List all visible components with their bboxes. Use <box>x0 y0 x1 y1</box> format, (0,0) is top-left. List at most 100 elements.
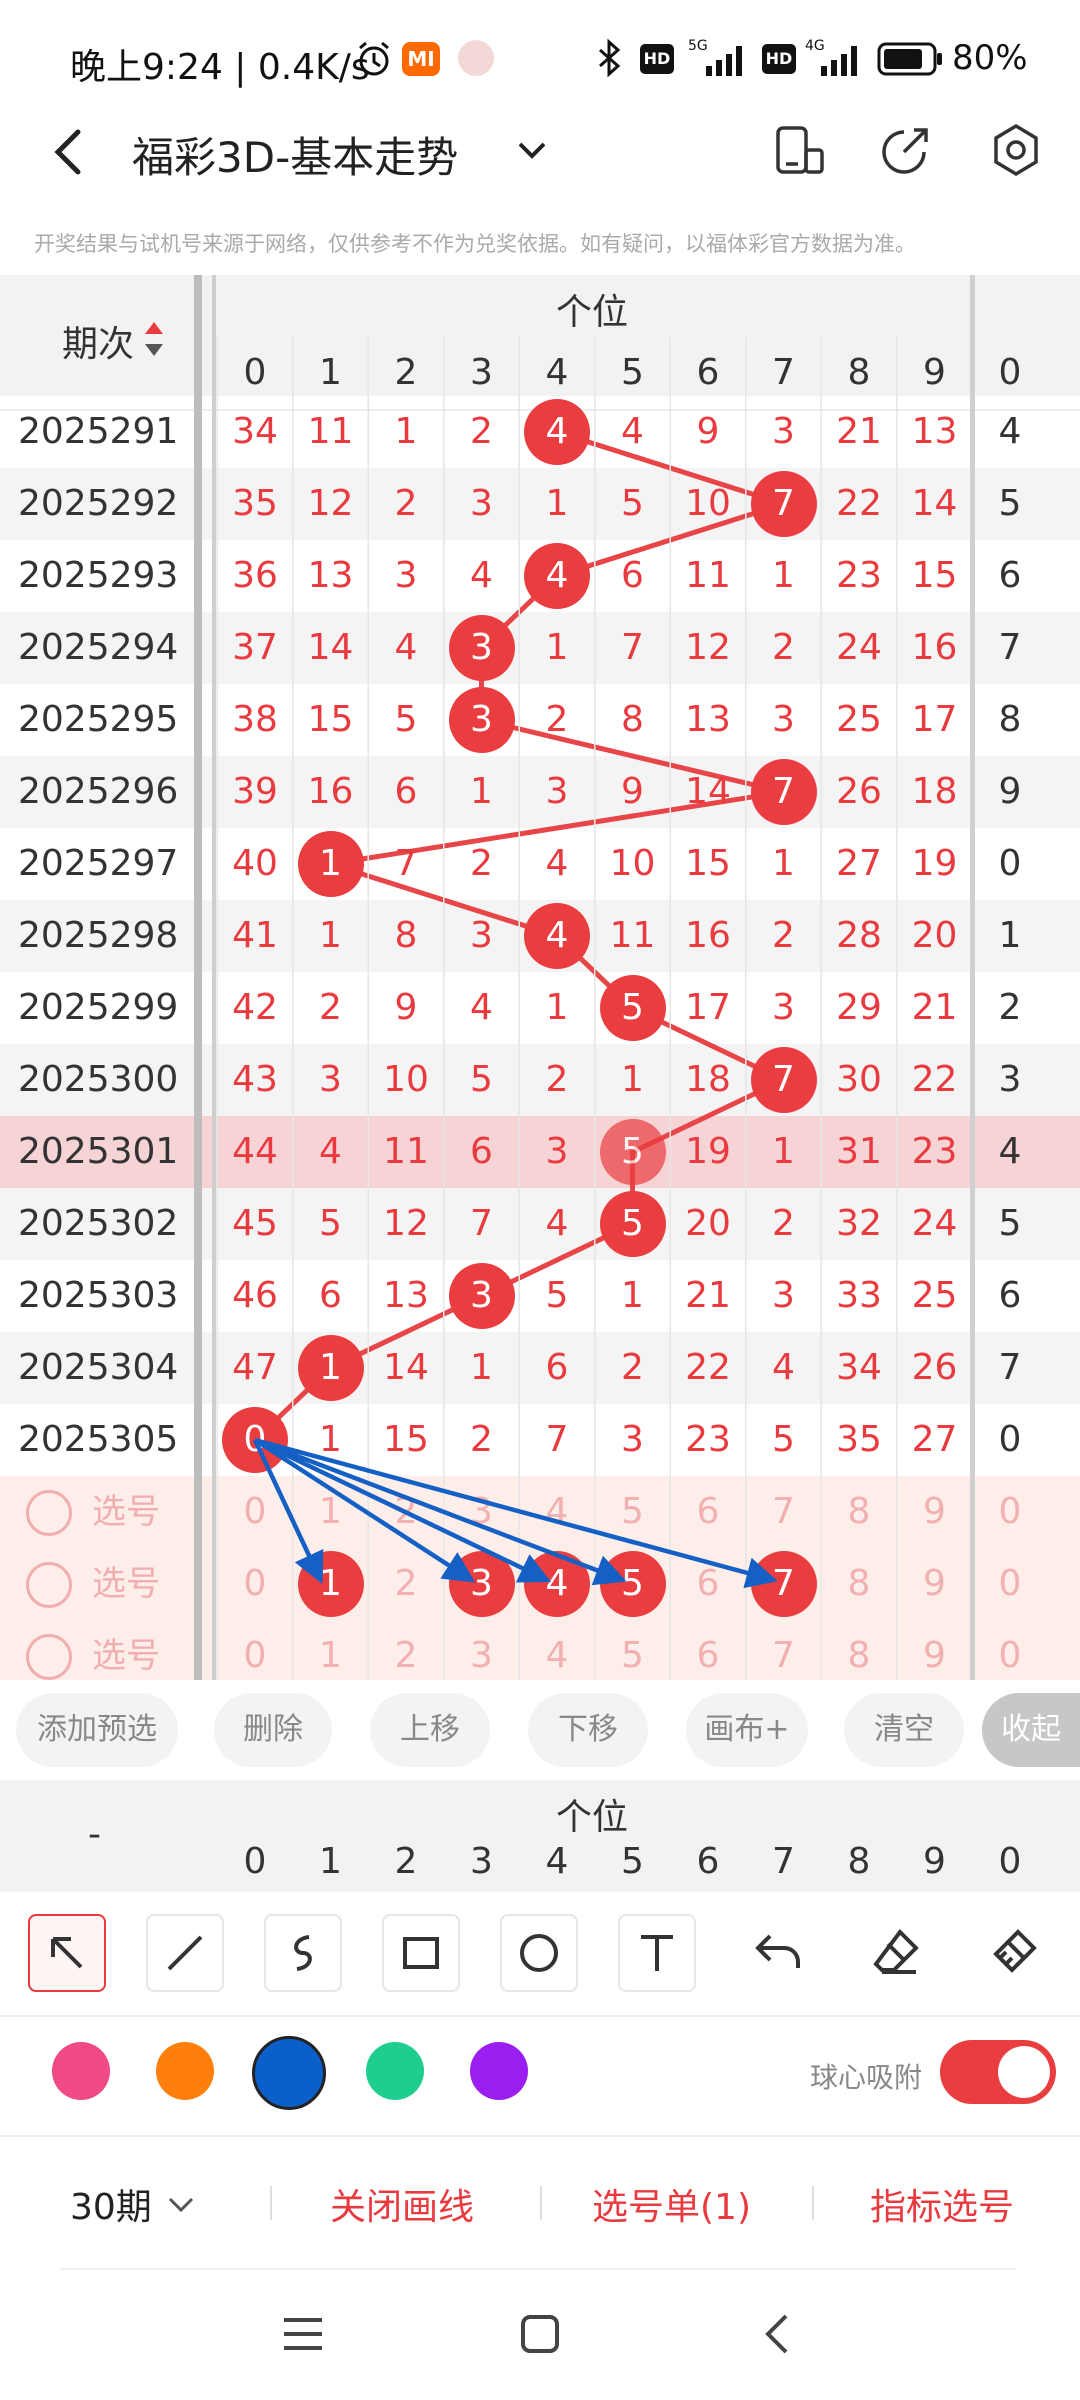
pick-digit[interactable]: 2 <box>369 1476 443 1548</box>
hit-ball[interactable]: 0 <box>222 1407 288 1473</box>
delete-button[interactable]: 删除 <box>214 1693 332 1767</box>
pick-digit[interactable]: 9 <box>898 1476 972 1548</box>
period-header[interactable]: 期次 <box>62 315 134 367</box>
issue-number: 2025302 <box>18 1203 179 1244</box>
pick-digit[interactable]: 6 <box>671 1476 745 1548</box>
pick-digit[interactable]: 2 <box>369 1548 443 1620</box>
picked-ball[interactable]: 3 <box>448 1551 515 1617</box>
pick-row[interactable]: 选号 0 1 2 3 4 5 6 7 8 9 0 <box>0 1620 1080 1680</box>
hit-ball[interactable]: 5 <box>599 1191 666 1257</box>
color-swatch-blue[interactable] <box>252 2036 326 2110</box>
nav-back-icon[interactable] <box>760 2312 794 2356</box>
picked-ball[interactable]: 4 <box>524 1551 590 1617</box>
pick-digit[interactable]: 0 <box>218 1548 292 1620</box>
pick-digit[interactable]: 0 <box>218 1620 292 1680</box>
pick-extra-digit[interactable]: 0 <box>973 1620 1047 1680</box>
picked-ball[interactable]: 5 <box>599 1551 666 1617</box>
close-draw-button[interactable]: 关闭画线 <box>330 2178 474 2230</box>
pick-digit[interactable]: 1 <box>294 1476 368 1548</box>
phone-icon[interactable] <box>772 124 828 180</box>
pick-digit[interactable]: 6 <box>671 1548 745 1620</box>
miss-count: 1 <box>772 1131 795 1172</box>
picked-ball[interactable]: 1 <box>297 1551 364 1617</box>
collapse-button[interactable]: 收起 <box>982 1693 1080 1767</box>
miss-count: 4 <box>545 843 569 884</box>
hit-ball[interactable]: 1 <box>297 831 364 897</box>
period-chevron-icon[interactable] <box>164 2190 198 2220</box>
color-swatch-green[interactable] <box>366 2042 424 2100</box>
hit-ball[interactable]: 4 <box>524 543 590 609</box>
hit-ball[interactable]: 1 <box>297 1335 364 1401</box>
move-up-button[interactable]: 上移 <box>370 1693 490 1767</box>
pick-digit[interactable]: 7 <box>747 1620 821 1680</box>
pick-digit[interactable]: 9 <box>898 1548 972 1620</box>
pick-digit[interactable]: 3 <box>445 1620 519 1680</box>
line-tool-icon[interactable] <box>146 1914 224 1992</box>
pick-digit[interactable]: 8 <box>822 1548 896 1620</box>
miss-count: 35 <box>836 1419 882 1460</box>
pick-radio[interactable] <box>26 1562 72 1608</box>
hit-ball[interactable]: 7 <box>750 471 817 537</box>
pick-digit[interactable]: 7 <box>747 1476 821 1548</box>
settings-icon[interactable] <box>988 122 1044 178</box>
pick-digit[interactable]: 3 <box>445 1476 519 1548</box>
hit-ball[interactable]: 4 <box>524 903 590 969</box>
menu-icon[interactable] <box>282 2314 324 2354</box>
arrow-tool-icon[interactable] <box>28 1914 106 1992</box>
color-swatch-pink[interactable] <box>52 2042 110 2100</box>
hit-ball[interactable]: 7 <box>750 759 817 825</box>
eraser-icon[interactable] <box>870 1926 922 1978</box>
hit-ball[interactable]: 4 <box>524 399 590 465</box>
period-select[interactable]: 30期 <box>70 2178 152 2230</box>
clear-brush-icon[interactable] <box>988 1926 1040 1978</box>
canvas-plus-button[interactable]: 画布+ <box>686 1693 808 1767</box>
sort-icon[interactable] <box>143 319 165 359</box>
picked-ball[interactable]: 7 <box>750 1551 817 1617</box>
pick-radio[interactable] <box>26 1490 72 1536</box>
pick-digit[interactable]: 5 <box>596 1620 670 1680</box>
pick-digit[interactable]: 8 <box>822 1620 896 1680</box>
pick-row[interactable]: 选号 0 1 2 3 4 5 6 7 8 9 0 <box>0 1548 1080 1620</box>
page-title[interactable]: 福彩3D-基本走势 <box>132 124 458 185</box>
miss-count: 8 <box>394 915 418 956</box>
extra-column-value: 4 <box>998 1131 1022 1172</box>
chevron-down-icon[interactable] <box>512 134 552 168</box>
battery-icon <box>877 42 942 76</box>
pick-row[interactable]: 选号 0 1 2 3 4 5 6 7 8 9 0 <box>0 1476 1080 1548</box>
pick-digit[interactable]: 6 <box>671 1620 745 1680</box>
circle-tool-icon[interactable] <box>500 1914 578 1992</box>
pick-list-button[interactable]: 选号单(1) <box>592 2178 751 2230</box>
move-down-button[interactable]: 下移 <box>528 1693 648 1767</box>
rectangle-tool-icon[interactable] <box>382 1914 460 1992</box>
color-swatch-purple[interactable] <box>470 2042 528 2100</box>
share-icon[interactable] <box>878 122 934 178</box>
hit-ball[interactable]: 7 <box>750 1047 817 1113</box>
pick-digit[interactable]: 0 <box>218 1476 292 1548</box>
hit-ball[interactable]: 5 <box>599 1119 666 1185</box>
hit-ball[interactable]: 3 <box>448 615 515 681</box>
hit-ball[interactable]: 3 <box>448 687 515 753</box>
pick-digit[interactable]: 4 <box>520 1476 594 1548</box>
pick-digit[interactable]: 5 <box>596 1476 670 1548</box>
issue-number: 2025299 <box>18 987 179 1028</box>
hit-ball[interactable]: 5 <box>599 975 666 1041</box>
pick-digit[interactable]: 9 <box>898 1620 972 1680</box>
add-preselect-button[interactable]: 添加预选 <box>16 1693 178 1767</box>
curve-tool-icon[interactable] <box>264 1914 342 1992</box>
pick-radio[interactable] <box>26 1634 72 1680</box>
undo-icon[interactable] <box>752 1928 804 1976</box>
pick-extra-digit[interactable]: 0 <box>973 1476 1047 1548</box>
pick-digit[interactable]: 1 <box>294 1620 368 1680</box>
hit-ball[interactable]: 3 <box>448 1263 515 1329</box>
pick-digit[interactable]: 4 <box>520 1620 594 1680</box>
clear-button[interactable]: 清空 <box>844 1693 964 1767</box>
snap-toggle[interactable] <box>940 2040 1056 2104</box>
pick-digit[interactable]: 2 <box>369 1620 443 1680</box>
back-icon[interactable] <box>48 126 88 178</box>
pick-extra-digit[interactable]: 0 <box>973 1548 1047 1620</box>
indicator-pick-button[interactable]: 指标选号 <box>870 2178 1014 2230</box>
pick-digit[interactable]: 8 <box>822 1476 896 1548</box>
text-tool-icon[interactable] <box>618 1914 696 1992</box>
color-swatch-orange[interactable] <box>156 2042 214 2100</box>
home-icon[interactable] <box>520 2314 560 2354</box>
